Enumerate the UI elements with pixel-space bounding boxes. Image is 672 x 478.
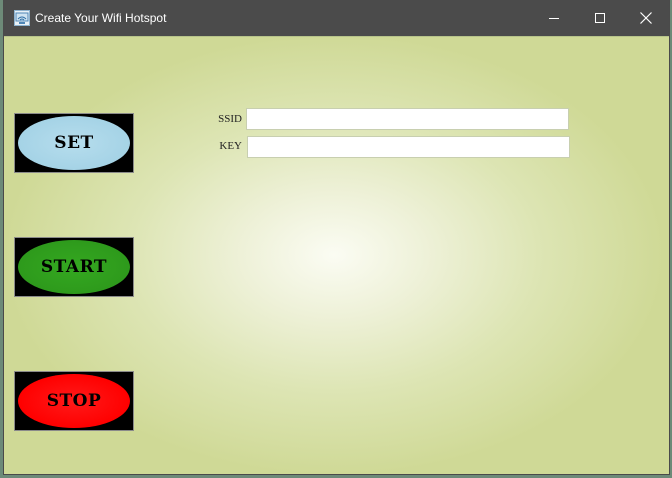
app-window: Create Your Wifi Hotspot SET START STOP … xyxy=(4,0,669,474)
start-button[interactable]: START xyxy=(14,237,134,297)
stop-button-label: STOP xyxy=(46,391,102,411)
stop-button-oval: STOP xyxy=(18,374,130,428)
set-button[interactable]: SET xyxy=(14,113,134,173)
ssid-label: SSID xyxy=(218,113,242,125)
close-button[interactable] xyxy=(623,0,669,36)
window-title: Create Your Wifi Hotspot xyxy=(35,11,167,25)
start-button-oval: START xyxy=(18,240,130,294)
set-button-label: SET xyxy=(54,133,94,153)
stop-button[interactable]: STOP xyxy=(14,371,134,431)
minimize-icon xyxy=(549,18,559,19)
wifi-app-icon xyxy=(14,10,30,26)
key-label: KEY xyxy=(219,140,242,152)
title-bar[interactable]: Create Your Wifi Hotspot xyxy=(4,0,669,36)
minimize-button[interactable] xyxy=(531,0,577,36)
start-button-label: START xyxy=(40,257,108,277)
key-input[interactable] xyxy=(247,136,570,158)
ssid-input[interactable] xyxy=(246,108,569,130)
client-area: SET START STOP SSID KEY xyxy=(4,36,669,474)
set-button-oval: SET xyxy=(18,116,130,170)
close-icon xyxy=(640,12,652,24)
maximize-button[interactable] xyxy=(577,0,623,36)
maximize-icon xyxy=(595,13,605,23)
